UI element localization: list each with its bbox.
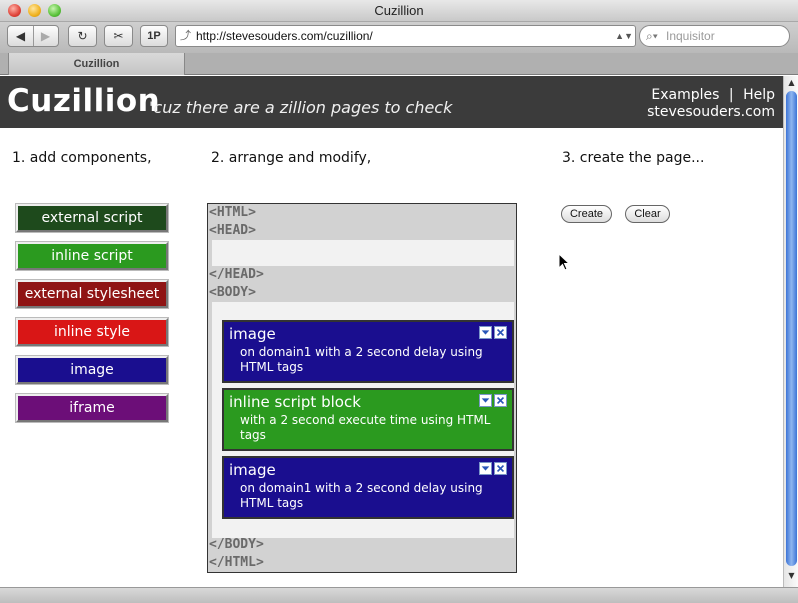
palette-external-stylesheet[interactable]: external stylesheet <box>15 279 169 309</box>
stevesouders-link[interactable]: stevesouders.com <box>647 104 775 120</box>
head-close-tag: </HEAD> <box>209 267 264 282</box>
create-button[interactable]: Create <box>561 205 612 223</box>
search-input[interactable]: ⌕▾ Inquisitor <box>639 25 790 47</box>
close-icon[interactable] <box>494 394 507 407</box>
window-titlebar: Cuzillion <box>0 0 798 22</box>
address-bar[interactable]: ⤴ http://stevesouders.com/cuzillion/ ▲▼ <box>175 25 636 47</box>
palette-inline-style[interactable]: inline style <box>15 317 169 347</box>
back-icon[interactable]: ◀ <box>8 26 33 46</box>
search-icon: ⌕▾ <box>646 29 658 43</box>
body-open-tag: <BODY> <box>209 285 256 300</box>
scrollbar-thumb[interactable] <box>786 91 797 566</box>
chevron-down-icon[interactable] <box>479 394 492 407</box>
chevron-down-icon[interactable] <box>479 326 492 339</box>
component-description: on domain1 with a 2 second delay using H… <box>240 481 483 510</box>
component-description: on domain1 with a 2 second delay using H… <box>240 345 483 374</box>
link-separator: | <box>728 87 734 103</box>
html-open-tag: <HTML> <box>209 205 256 220</box>
body-close-tag: </BODY> <box>209 537 264 552</box>
scroll-up-icon[interactable]: ▲ <box>786 78 797 87</box>
vertical-scrollbar[interactable]: ▲ ▼ <box>783 76 798 587</box>
address-url: http://stevesouders.com/cuzillion/ <box>196 29 373 43</box>
body-drop-zone[interactable]: image on domain1 with a 2 second delay u… <box>212 302 514 538</box>
step-arrange-heading: 2. arrange and modify, <box>211 150 372 166</box>
search-placeholder: Inquisitor <box>666 29 715 43</box>
site-favicon-icon: ⤴ <box>180 30 191 42</box>
site-logo[interactable]: Cuzillion <box>7 83 160 119</box>
component-title: image <box>229 325 276 343</box>
window-title: Cuzillion <box>374 3 424 18</box>
component-controls <box>479 394 507 407</box>
tab-strip: Cuzillion <box>0 53 798 75</box>
component-block[interactable]: image on domain1 with a 2 second delay u… <box>222 320 514 383</box>
head-open-tag: <HEAD> <box>209 223 256 238</box>
reload-button[interactable]: ↻ <box>68 25 97 47</box>
page-canvas: <HTML> <HEAD> </HEAD> <BODY> image on do… <box>207 203 517 573</box>
html-close-tag: </HTML> <box>209 555 264 570</box>
close-icon[interactable] <box>494 326 507 339</box>
browser-toolbar: ◀ ▶ ↻ ✂ 1P ⤴ http://stevesouders.com/cuzi… <box>0 22 798 53</box>
snippet-button[interactable]: ✂ <box>104 25 133 47</box>
close-icon[interactable] <box>494 462 507 475</box>
onepassword-button[interactable]: 1P <box>140 25 168 47</box>
component-controls <box>479 462 507 475</box>
tab-cuzillion[interactable]: Cuzillion <box>8 53 185 75</box>
component-description: with a 2 second execute time using HTML … <box>240 413 491 442</box>
chevron-down-icon[interactable] <box>479 462 492 475</box>
page-header: Cuzillion 'cuz there are a zillion pages… <box>0 76 783 128</box>
component-title: inline script block <box>229 393 361 411</box>
palette-image[interactable]: image <box>15 355 169 385</box>
mouse-cursor-icon <box>558 253 570 271</box>
forward-icon[interactable]: ▶ <box>33 26 58 46</box>
component-block[interactable]: inline script block with a 2 second exec… <box>222 388 514 451</box>
address-dropdown-icon[interactable]: ▲▼ <box>615 26 633 46</box>
palette-inline-script[interactable]: inline script <box>15 241 169 271</box>
scroll-down-icon[interactable]: ▼ <box>786 571 797 580</box>
back-forward-group: ◀ ▶ <box>7 25 59 47</box>
status-bar <box>0 587 798 603</box>
head-drop-zone[interactable] <box>212 240 514 266</box>
step-create-heading: 3. create the page... <box>562 150 705 166</box>
component-title: image <box>229 461 276 479</box>
clear-button[interactable]: Clear <box>625 205 670 223</box>
header-links: Examples | Help stevesouders.com <box>647 87 775 121</box>
help-link[interactable]: Help <box>743 87 775 103</box>
component-controls <box>479 326 507 339</box>
step-add-heading: 1. add components, <box>12 150 152 166</box>
palette-iframe[interactable]: iframe <box>15 393 169 423</box>
site-tagline: 'cuz there are a zillion pages to check <box>149 98 453 117</box>
component-block[interactable]: image on domain1 with a 2 second delay u… <box>222 456 514 519</box>
palette-external-script[interactable]: external script <box>15 203 169 233</box>
examples-link[interactable]: Examples <box>651 87 719 103</box>
